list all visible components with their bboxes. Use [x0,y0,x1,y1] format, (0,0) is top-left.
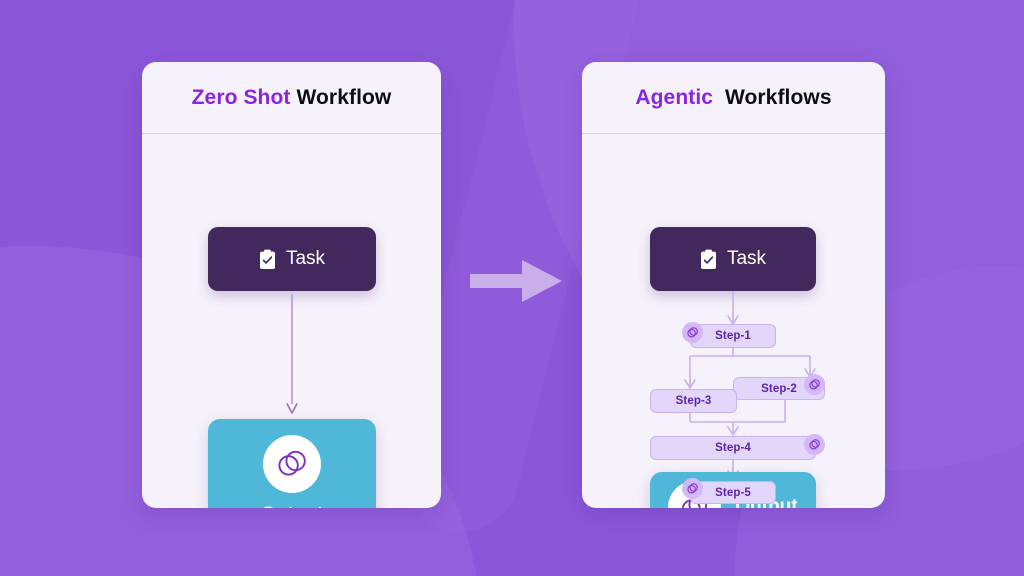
step-label-4: Step-4 [715,442,751,454]
diagram-stage: Zero Shot Workflow Task Agentic Workflow… [0,0,1024,576]
agentic-panel-body: Task Step-1 Step-2 Step-3 Step-4 Step-5 [582,134,885,508]
zero-shot-panel-title: Zero Shot Workflow [192,86,392,110]
agentic-workflows-panel: Agentic Workflows Task Step-1 Step-2 Ste… [582,62,885,508]
zero-shot-output-node[interactable]: Output [208,419,376,508]
arrow-down-icon [285,294,299,416]
zero-shot-title-accent: Zero Shot [191,85,291,109]
agentic-title-plain: Workflows [724,85,832,109]
agentic-panel-header: Agentic Workflows [582,62,885,134]
agentic-task-node[interactable]: Task [650,227,816,291]
agent-node-icon [804,434,825,455]
zero-shot-task-node[interactable]: Task [208,227,376,291]
step-label-2: Step-2 [761,382,797,395]
step-label-3: Step-3 [675,395,712,407]
step-node-5[interactable]: Step-5 [690,481,776,504]
agent-node-icon [682,322,703,343]
agent-node-icon [804,374,825,395]
step-label-1: Step-1 [715,330,751,342]
clipboard-check-icon [700,249,717,270]
clipboard-check-icon [259,249,276,270]
step-node-3[interactable]: Step-3 [650,389,737,413]
agentic-title-accent: Agentic [635,85,714,109]
agentic-task-label: Task [726,248,767,269]
agent-node-icon [682,478,703,499]
overlapping-circles-logo [263,435,321,493]
agentic-panel-title: Agentic Workflows [635,86,831,110]
arrow-right-icon [470,260,562,302]
zero-shot-panel-body: Task Output [142,134,441,508]
zero-shot-output-label: Output [261,504,323,508]
step-node-1[interactable]: Step-1 [690,324,776,348]
zero-shot-workflow-panel: Zero Shot Workflow Task [142,62,441,508]
zero-shot-task-label: Task [285,248,326,269]
zero-shot-panel-header: Zero Shot Workflow [142,62,441,134]
step-label-5: Step-5 [715,486,751,499]
zero-shot-title-plain: Workflow [296,85,392,109]
step-node-4[interactable]: Step-4 [650,436,816,460]
